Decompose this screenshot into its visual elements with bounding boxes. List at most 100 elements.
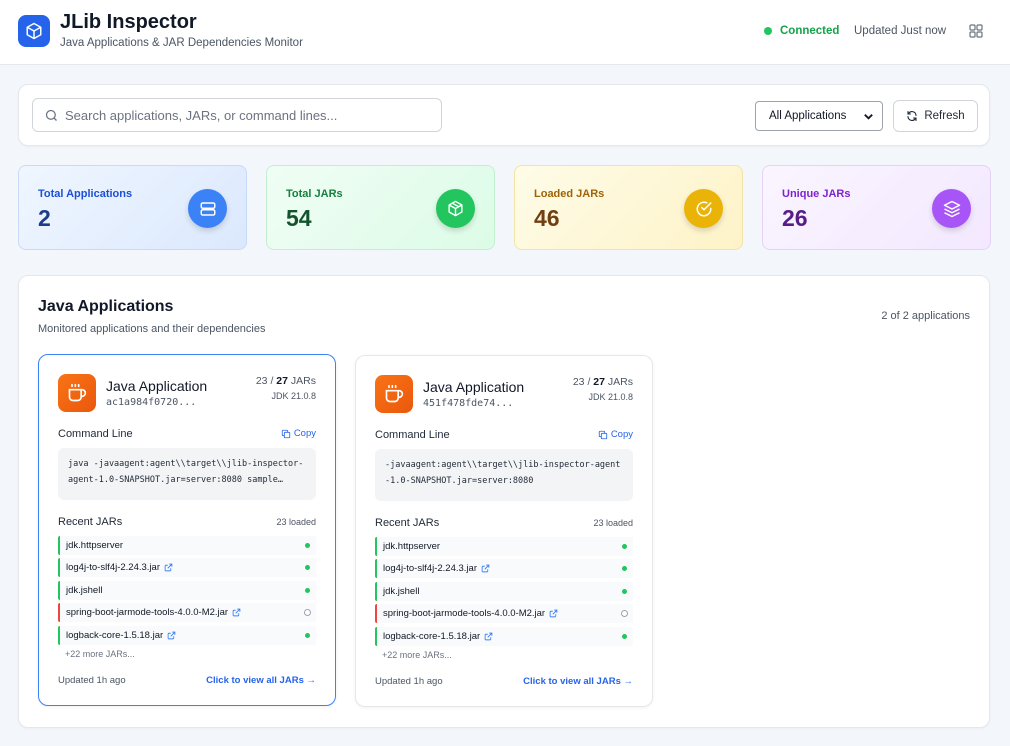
stat-card-loaded-jars: Loaded JARs 46 [514,165,743,250]
not-loaded-ring-icon [304,609,311,617]
command-line-label: Command Line [58,428,133,440]
search-box [32,98,442,132]
jdk-version: JDK 21.0.8 [271,391,316,401]
stat-value: 26 [782,205,808,231]
recent-jars-label: Recent JARs [375,517,440,529]
search-input[interactable] [65,99,435,131]
recent-jars-label: Recent JARs [58,516,123,528]
grid-view-button[interactable] [966,21,986,41]
panel-title: Java Applications [38,298,174,315]
jar-item: logback-core-1.5.18.jar [375,626,633,646]
jdk-version: JDK 21.0.8 [588,392,633,402]
grid-icon [969,24,983,38]
jar-name: logback-core-1.5.18.jar [66,629,164,641]
stat-label: Total Applications [38,188,133,200]
not-loaded-ring-icon [621,610,628,618]
stat-card-total-jars: Total JARs 54 [266,165,495,250]
external-link-icon[interactable] [481,564,490,573]
coffee-icon [375,375,413,413]
view-all-jars-link[interactable]: Click to view all JARs → [523,676,633,687]
total-jar-count: 27 [276,375,288,387]
view-all-jars-link[interactable]: Click to view all JARs → [206,675,316,686]
jar-name: log4j-to-slf4j-2.24.3.jar [383,563,477,575]
applications-panel: Java Applications Monitored applications… [18,275,990,728]
copy-icon [281,429,290,438]
copy-button[interactable]: Copy [281,428,316,439]
stat-value: 46 [534,205,560,231]
application-card[interactable]: Java Application 451f478fde74... 23 / 27… [355,355,653,707]
stat-card-unique-jars: Unique JARs 26 [762,165,991,250]
refresh-icon [907,110,917,122]
loaded-dot-icon [305,565,310,571]
connection-status: Connected [764,25,839,37]
external-link-icon[interactable] [164,563,173,572]
loaded-dot-icon [305,543,310,548]
chevron-down-icon [864,114,873,120]
app-subtitle: Java Applications & JAR Dependencies Mon… [60,37,303,49]
loaded-dot-icon [305,587,310,593]
loaded-dot-icon [622,588,627,594]
stat-label: Total JARs [286,188,343,200]
external-link-icon[interactable] [549,609,558,618]
stat-card-total-applications: Total Applications 2 [18,165,247,250]
jar-item: jdk.httpserver [375,537,633,556]
application-filter-select[interactable]: All Applications [755,101,883,131]
external-link-icon[interactable] [484,632,493,641]
total-jar-count: 27 [593,376,605,388]
package-icon [436,189,475,228]
jar-item: spring-boot-jarmode-tools-4.0.0-M2.jar [58,603,316,623]
stat-value: 54 [286,205,312,231]
copy-icon [598,430,607,439]
refresh-button[interactable]: Refresh [893,100,978,132]
application-name: Java Application [423,379,525,395]
jar-name: log4j-to-slf4j-2.24.3.jar [66,562,160,574]
application-id: 451f478fde74... [423,398,514,409]
external-link-icon[interactable] [232,608,241,617]
loaded-jar-count: 23 [255,375,268,387]
jar-item: log4j-to-slf4j-2.24.3.jar [58,558,316,578]
application-card[interactable]: Java Application ac1a984f0720... 23 / 27… [38,354,336,706]
card-updated-time: Updated 1h ago [375,676,443,687]
jar-name: jdk.jshell [383,585,420,597]
search-icon [45,109,57,121]
copy-label: Copy [293,428,316,439]
panel-subtitle: Monitored applications and their depende… [38,323,266,335]
loaded-dot-icon [622,544,627,549]
status-text: Connected [780,25,840,37]
command-line-label: Command Line [375,429,450,441]
application-id: ac1a984f0720... [106,397,197,408]
layers-icon [932,189,971,228]
jar-counts: 23 / 27 JARs [572,376,633,388]
cube-logo-icon [18,15,50,47]
recent-jars-count: 23 loaded [276,517,316,527]
stat-value: 2 [38,205,51,231]
stat-label: Unique JARs [782,188,851,200]
jar-name: jdk.jshell [66,584,103,596]
server-icon [188,189,227,228]
refresh-label: Refresh [924,110,965,122]
jar-item: logback-core-1.5.18.jar [58,625,316,645]
application-count: 2 of 2 applications [881,310,970,322]
loaded-dot-icon [305,632,310,638]
application-name: Java Application [106,378,208,394]
card-updated-time: Updated 1h ago [58,675,126,686]
recent-jars-count: 23 loaded [593,518,633,528]
more-jars-text: +22 more JARs... [65,649,135,659]
copy-button[interactable]: Copy [598,429,633,440]
coffee-icon [58,374,96,412]
stat-label: Loaded JARs [534,188,605,200]
check-circle-icon [684,189,723,228]
loaded-jar-count: 23 [572,376,585,388]
jar-item: jdk.jshell [58,580,316,600]
status-dot-icon [764,27,772,35]
recent-jar-list: jdk.httpserver log4j-to-slf4j-2.24.3.jar… [375,537,633,649]
jars-unit: JARs [290,375,316,387]
jar-item: spring-boot-jarmode-tools-4.0.0-M2.jar [375,604,633,624]
toolbar: All Applications Refresh [18,84,990,146]
jar-name: spring-boot-jarmode-tools-4.0.0-M2.jar [383,608,546,620]
jar-name: jdk.httpserver [383,541,441,552]
jar-name: jdk.httpserver [66,540,124,551]
external-link-icon[interactable] [167,631,176,640]
recent-jar-list: jdk.httpserver log4j-to-slf4j-2.24.3.jar… [58,536,316,648]
filter-selected-value: All Applications [769,110,847,122]
